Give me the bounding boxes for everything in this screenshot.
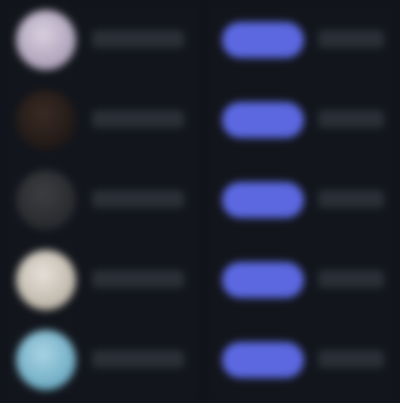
action-button[interactable]	[222, 22, 304, 58]
user-meta	[318, 270, 384, 288]
avatar-image	[16, 330, 76, 390]
user-name	[92, 110, 184, 128]
avatar[interactable]	[16, 90, 76, 150]
list-item[interactable]	[0, 240, 400, 320]
avatar-image	[16, 250, 76, 310]
list-item[interactable]	[0, 320, 400, 400]
user-name	[92, 270, 184, 288]
user-list	[0, 0, 400, 403]
list-item[interactable]	[0, 160, 400, 240]
action-button[interactable]	[222, 342, 304, 378]
avatar[interactable]	[16, 330, 76, 390]
avatar[interactable]	[16, 250, 76, 310]
action-button[interactable]	[222, 102, 304, 138]
list-item[interactable]	[0, 0, 400, 80]
list-item[interactable]	[0, 80, 400, 160]
avatar-image	[16, 170, 76, 230]
user-name	[92, 350, 184, 368]
user-meta	[318, 110, 384, 128]
avatar[interactable]	[16, 10, 76, 70]
action-button[interactable]	[222, 182, 304, 218]
user-meta	[318, 30, 384, 48]
avatar-image	[16, 10, 76, 70]
avatar-image	[16, 90, 76, 150]
user-meta	[318, 350, 384, 368]
user-name	[92, 190, 184, 208]
avatar[interactable]	[16, 170, 76, 230]
user-name	[92, 30, 184, 48]
user-meta	[318, 190, 384, 208]
action-button[interactable]	[222, 262, 304, 298]
